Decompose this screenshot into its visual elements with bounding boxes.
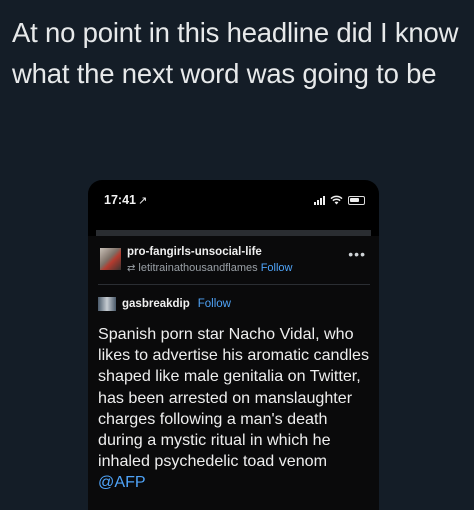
post-body: Spanish porn star Nacho Vidal, who likes… bbox=[98, 324, 374, 494]
reblog-avatar[interactable] bbox=[98, 297, 116, 311]
battery-icon bbox=[348, 195, 365, 205]
divider bbox=[98, 284, 370, 285]
reblog-source: ⇄ letitrainathousandflames Follow bbox=[127, 262, 293, 274]
post-username[interactable]: pro-fangirls-unsocial-life bbox=[127, 246, 262, 258]
post-body-text: Spanish porn star Nacho Vidal, who likes… bbox=[98, 325, 370, 471]
reblog-trail-header: gasbreakdip Follow bbox=[98, 295, 231, 313]
status-time-label: 17:41 bbox=[104, 193, 136, 207]
status-bar: 17:41 ↗ bbox=[88, 180, 379, 220]
reblog-username[interactable]: gasbreakdip bbox=[122, 298, 190, 310]
reblog-follow-button[interactable]: Follow bbox=[198, 298, 231, 310]
reblogged-from-user[interactable]: letitrainathousandflames bbox=[138, 262, 257, 274]
status-icons bbox=[314, 195, 365, 205]
location-arrow-icon: ↗ bbox=[137, 195, 148, 207]
status-time: 17:41 ↗ bbox=[104, 193, 147, 207]
mention-link[interactable]: @AFP bbox=[98, 473, 146, 491]
reblog-icon: ⇄ bbox=[127, 263, 136, 274]
tweet-text: At no point in this headline did I know … bbox=[12, 17, 459, 89]
avatar[interactable] bbox=[100, 248, 121, 270]
phone-screenshot: 17:41 ↗ pro-fangirls-unsocial-life ⇄ letit… bbox=[88, 180, 379, 510]
post-header: pro-fangirls-unsocial-life ⇄ letitrainath… bbox=[98, 244, 370, 280]
more-options-icon[interactable]: ••• bbox=[348, 246, 366, 262]
screenshot-root: At no point in this headline did I know … bbox=[0, 0, 474, 510]
wifi-icon bbox=[330, 195, 343, 205]
cellular-signal-icon bbox=[314, 195, 325, 205]
tumblr-post: pro-fangirls-unsocial-life ⇄ letitrainath… bbox=[88, 236, 379, 510]
follow-button[interactable]: Follow bbox=[261, 262, 293, 274]
